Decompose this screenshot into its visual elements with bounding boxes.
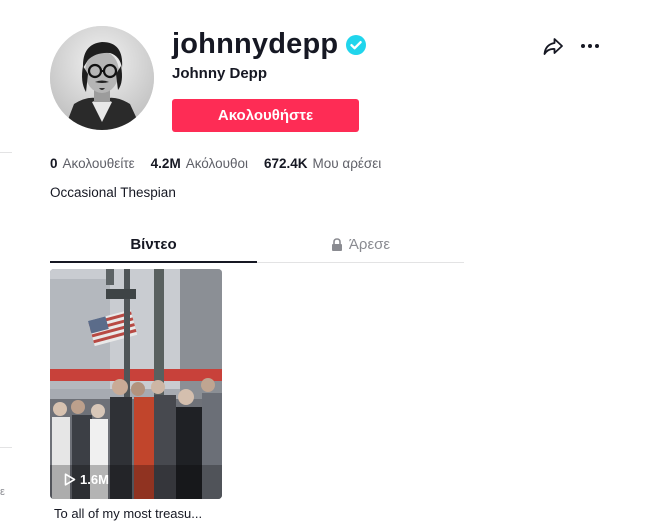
stat-value: 0 bbox=[50, 156, 58, 171]
tab-label: Βίντεο bbox=[130, 235, 177, 253]
view-count-value: 1.6M bbox=[80, 472, 109, 487]
stat-likes: 672.4K Μου αρέσει bbox=[264, 155, 381, 173]
profile-page: ε johnnydepp Johnny Depp Ακολουθήστε 0 Α… bbox=[0, 0, 670, 532]
tab-liked[interactable]: Άρεσε bbox=[257, 226, 464, 262]
stat-label: Ακόλουθοι bbox=[185, 156, 248, 171]
stat-label: Μου αρέσει bbox=[312, 156, 382, 171]
stat-value: 4.2M bbox=[150, 156, 181, 171]
lock-icon bbox=[331, 237, 342, 251]
play-icon bbox=[64, 473, 76, 486]
more-icon[interactable] bbox=[578, 35, 602, 57]
stat-followers[interactable]: 4.2M Ακόλουθοι bbox=[151, 155, 248, 173]
sidebar-text-fragment: ε bbox=[0, 486, 5, 498]
share-icon[interactable] bbox=[542, 35, 564, 57]
view-count: 1.6M bbox=[64, 472, 109, 487]
username-row: johnnydepp bbox=[172, 26, 367, 62]
sidebar-divider bbox=[0, 152, 12, 153]
avatar[interactable] bbox=[50, 26, 154, 130]
verified-icon bbox=[346, 35, 367, 55]
video-caption[interactable]: To all of my most treasu... bbox=[54, 505, 222, 523]
stat-label: Ακολουθείτε bbox=[62, 156, 135, 171]
stat-following[interactable]: 0 Ακολουθείτε bbox=[50, 155, 135, 173]
video-thumbnail[interactable]: 1.6M bbox=[50, 269, 222, 499]
active-tab-indicator bbox=[50, 261, 257, 263]
sidebar-divider bbox=[0, 447, 12, 448]
profile-stats: 0 Ακολουθείτε 4.2M Ακόλουθοι 672.4K Μου … bbox=[50, 155, 381, 173]
stat-value: 672.4K bbox=[263, 156, 308, 171]
tab-label: Άρεσε bbox=[348, 235, 391, 253]
profile-tabs: Βίντεο Άρεσε bbox=[50, 226, 464, 263]
profile-bio: Occasional Thespian bbox=[50, 185, 176, 200]
follow-button[interactable]: Ακολουθήστε bbox=[172, 99, 359, 132]
display-name: Johnny Depp bbox=[172, 65, 268, 82]
username: johnnydepp bbox=[172, 28, 339, 60]
tab-videos[interactable]: Βίντεο bbox=[50, 226, 257, 262]
video-thumbnail-image bbox=[50, 269, 222, 499]
